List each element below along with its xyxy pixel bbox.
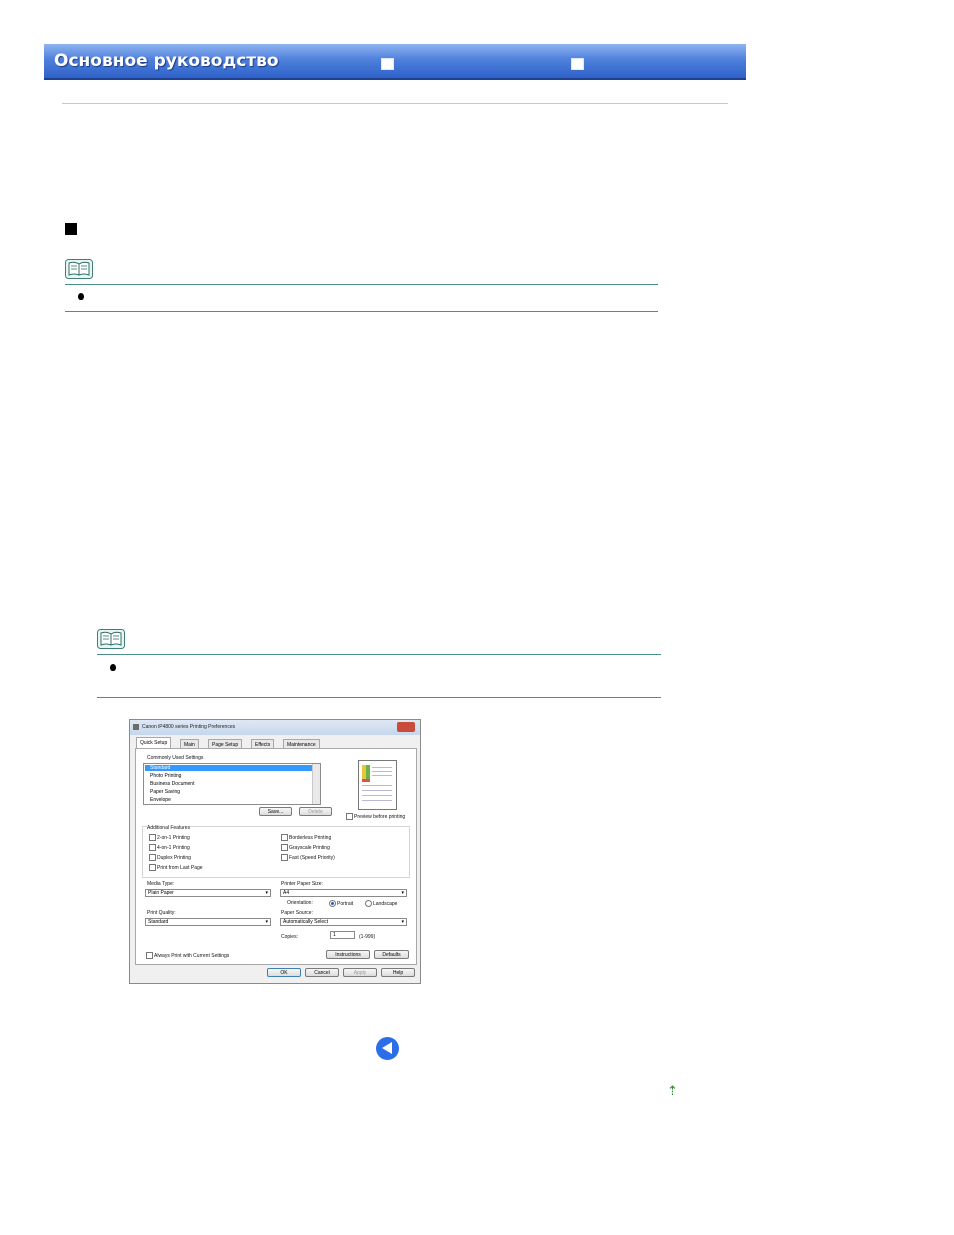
commonly-used-label: Commonly Used Settings xyxy=(147,755,204,761)
feature-checkbox[interactable] xyxy=(149,834,156,841)
header-divider xyxy=(62,103,728,104)
chevron-down-icon: ▾ xyxy=(265,890,268,896)
portrait-radio[interactable] xyxy=(329,900,336,907)
note-top-rule xyxy=(65,284,658,285)
print-preview-thumbnail xyxy=(358,760,397,810)
feature-label: Duplex Printing xyxy=(157,855,191,861)
printer-icon xyxy=(133,724,139,730)
commonly-used-list[interactable]: Standard Photo Printing Business Documen… xyxy=(143,763,321,805)
feature-checkbox[interactable] xyxy=(281,834,288,841)
printing-preferences-dialog: Canon iP4800 series Printing Preferences… xyxy=(129,719,421,984)
help-button[interactable]: Help xyxy=(381,968,415,977)
up-arrow-icon[interactable]: ⇡ xyxy=(667,1083,678,1099)
feature-checkbox[interactable] xyxy=(149,854,156,861)
print-quality-value: Standard xyxy=(148,919,169,925)
nav-page-icon-2[interactable] xyxy=(571,58,584,70)
feature-checkbox[interactable] xyxy=(281,844,288,851)
manual-title: Основное руководство xyxy=(54,51,279,71)
print-quality-label: Print Quality: xyxy=(147,910,176,916)
note-bottom-rule xyxy=(65,311,658,312)
orientation-label: Orientation: xyxy=(287,900,313,906)
save-button[interactable]: Save... xyxy=(259,807,292,816)
feature-label: Print from Last Page xyxy=(157,865,203,871)
feature-checkbox[interactable] xyxy=(149,864,156,871)
portrait-label: Portrait xyxy=(337,901,354,907)
always-print-label: Always Print with Current Settings xyxy=(154,953,230,959)
apply-button[interactable]: Apply xyxy=(343,968,377,977)
dialog-title: Canon iP4800 series Printing Preferences xyxy=(142,724,236,730)
defaults-button[interactable]: Defaults xyxy=(374,950,409,959)
preview-before-label: Preview before printing xyxy=(354,814,406,820)
copies-input[interactable]: 1 xyxy=(330,931,355,939)
landscape-radio[interactable] xyxy=(365,900,372,907)
media-type-value: Plain Paper xyxy=(148,890,174,896)
instructions-button[interactable]: Instructions xyxy=(326,950,370,959)
paper-source-select[interactable]: Automatically Select ▾ xyxy=(280,918,407,926)
printer-paper-size-value: A4 xyxy=(283,890,290,896)
bullet-icon xyxy=(78,293,84,300)
note-book-icon xyxy=(65,259,93,279)
delete-button[interactable]: Delete xyxy=(299,807,332,816)
note-bottom-rule xyxy=(97,697,661,698)
preview-before-checkbox[interactable] xyxy=(346,813,353,820)
dialog-titlebar: Canon iP4800 series Printing Preferences xyxy=(130,720,420,735)
section-marker-icon xyxy=(65,223,77,235)
copies-value: 1 xyxy=(333,932,336,938)
chevron-down-icon: ▾ xyxy=(265,919,268,925)
close-icon[interactable] xyxy=(397,722,415,732)
feature-label: Fast (Speed Priority) xyxy=(289,855,335,861)
back-arrow-icon[interactable] xyxy=(376,1037,399,1060)
nav-page-icon[interactable] xyxy=(381,58,394,70)
list-scrollbar[interactable] xyxy=(312,764,320,804)
list-item[interactable]: Envelope xyxy=(150,797,171,803)
printer-paper-size-select[interactable]: A4 ▾ xyxy=(280,889,407,897)
copies-label: Copies: xyxy=(281,934,298,940)
media-type-select[interactable]: Plain Paper ▾ xyxy=(145,889,271,897)
additional-features-label: Additional Features xyxy=(147,825,191,831)
always-print-checkbox[interactable] xyxy=(146,952,153,959)
bullet-icon xyxy=(110,664,116,671)
list-item[interactable]: Business Document xyxy=(150,781,194,787)
paper-source-label: Paper Source: xyxy=(281,910,313,916)
feature-label: Grayscale Printing xyxy=(289,845,330,851)
list-item[interactable]: Standard xyxy=(145,765,318,771)
paper-source-value: Automatically Select xyxy=(283,919,329,925)
list-item[interactable]: Photo Printing xyxy=(150,773,181,779)
manual-header: Основное руководство xyxy=(44,44,746,80)
note-book-icon xyxy=(97,629,125,649)
cancel-button[interactable]: Cancel xyxy=(305,968,339,977)
chevron-down-icon: ▾ xyxy=(401,890,404,896)
feature-label: 2-on-1 Printing xyxy=(157,835,190,841)
ok-button[interactable]: OK xyxy=(267,968,301,977)
feature-label: 4-on-1 Printing xyxy=(157,845,190,851)
chevron-down-icon: ▾ xyxy=(401,919,404,925)
feature-label: Borderless Printing xyxy=(289,835,332,841)
copies-range: (1-999) xyxy=(359,934,376,940)
list-item[interactable]: Paper Saving xyxy=(150,789,180,795)
media-type-label: Media Type: xyxy=(147,881,175,887)
printer-paper-size-label: Printer Paper Size: xyxy=(281,881,323,887)
feature-checkbox[interactable] xyxy=(149,844,156,851)
feature-checkbox[interactable] xyxy=(281,854,288,861)
print-quality-select[interactable]: Standard ▾ xyxy=(145,918,271,926)
landscape-label: Landscape xyxy=(373,901,398,907)
note-top-rule xyxy=(97,654,661,655)
